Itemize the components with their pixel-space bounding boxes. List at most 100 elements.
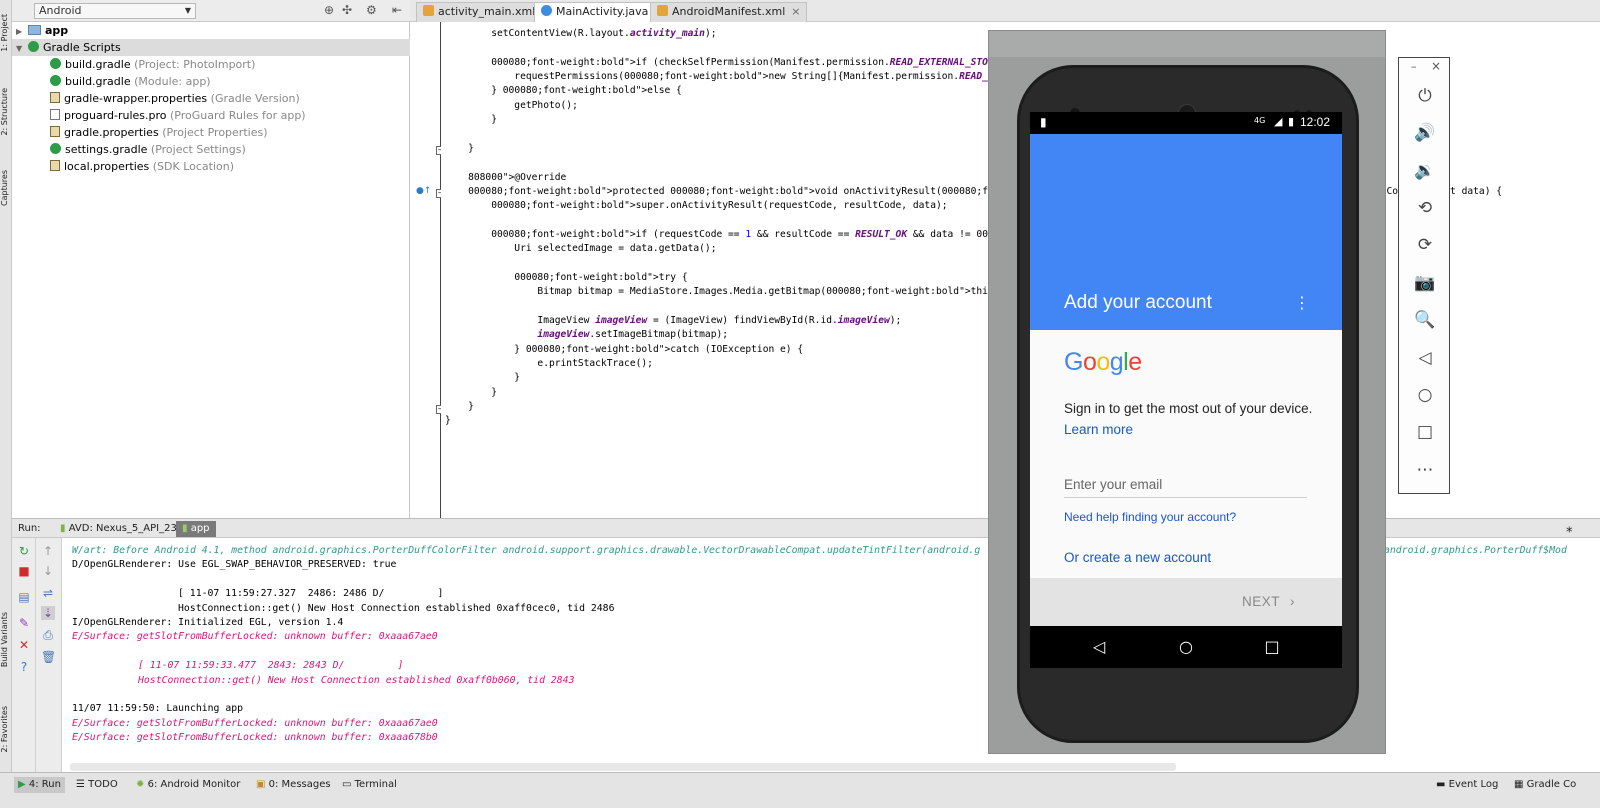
project-tool-tab[interactable]: 1: Project bbox=[0, 14, 12, 52]
restore-layout-icon[interactable]: ▤ bbox=[17, 590, 31, 604]
run-tab-app[interactable]: ▮ app bbox=[176, 521, 216, 537]
signal-icon: ◢ bbox=[1274, 115, 1283, 128]
email-field[interactable] bbox=[1064, 472, 1307, 498]
phone-screen[interactable]: ▮ 4G ◢ ▮ 12:02 Add your account ⋮ Google… bbox=[1030, 112, 1342, 668]
console-horizontal-scrollbar[interactable] bbox=[70, 763, 1176, 771]
console-line: 11/07 11:59:50: Launching app bbox=[72, 703, 244, 715]
code-line: 808000">@Override bbox=[468, 171, 567, 183]
todo-tool-button[interactable]: ☰ TODO bbox=[76, 777, 118, 793]
run-tool-button[interactable]: ▶ 4: Run bbox=[14, 777, 65, 793]
overflow-menu-icon[interactable]: ⋮ bbox=[1292, 292, 1312, 314]
scroll-from-source-icon[interactable]: ⊕ bbox=[324, 3, 334, 17]
arrow-up-icon[interactable]: ↑ bbox=[41, 544, 55, 558]
power-icon[interactable]: ⏻ bbox=[1413, 84, 1437, 108]
back-icon[interactable]: ◁ bbox=[1413, 346, 1437, 370]
google-logo: Google bbox=[1064, 348, 1142, 376]
build-variants-tool-tab[interactable]: Build Variants bbox=[0, 612, 12, 667]
clear-all-icon[interactable]: 🗑 bbox=[41, 650, 56, 664]
gear-icon[interactable]: ⚙ bbox=[366, 3, 377, 17]
run-tab-avd[interactable]: ▮ AVD: Nexus_5_API_23_2 bbox=[54, 521, 194, 537]
camera-icon[interactable]: 📷 bbox=[1413, 271, 1437, 295]
event-log-tool-button[interactable]: ▬ Event Log bbox=[1436, 777, 1498, 793]
zoom-icon[interactable]: 🔍 bbox=[1413, 308, 1437, 332]
stop-icon[interactable]: ■ bbox=[17, 564, 31, 578]
home-icon[interactable]: ○ bbox=[1413, 383, 1437, 407]
code-line: Uri selectedImage = data.getData(); bbox=[445, 243, 717, 255]
tree-item-label: build.gradle bbox=[65, 75, 131, 88]
pin-icon[interactable]: ✎ bbox=[17, 616, 31, 630]
next-button[interactable]: NEXT › bbox=[1242, 591, 1295, 613]
run-tab-label: app bbox=[190, 523, 210, 534]
next-label: NEXT bbox=[1242, 594, 1280, 609]
tree-item-gradle-properties[interactable]: gradle.properties (Project Properties) bbox=[12, 124, 410, 141]
tree-item-build-gradle-module[interactable]: build.gradle (Module: app) bbox=[12, 73, 410, 90]
editor-gutter[interactable]: ●↑ bbox=[410, 22, 440, 518]
close-icon[interactable]: × bbox=[791, 5, 800, 18]
event-log-label: Event Log bbox=[1448, 779, 1499, 790]
help-finding-account-link[interactable]: Need help finding your account? bbox=[1064, 510, 1236, 524]
back-icon[interactable]: ◁ bbox=[1088, 636, 1110, 658]
overview-icon[interactable]: □ bbox=[1413, 420, 1437, 444]
collapse-all-icon[interactable]: ✣ bbox=[342, 3, 352, 17]
hide-panel-icon[interactable]: ⇤ bbox=[392, 3, 402, 17]
rotate-right-icon[interactable]: ⟳ bbox=[1413, 233, 1437, 257]
tree-item-local-properties[interactable]: local.properties (SDK Location) bbox=[12, 158, 410, 175]
learn-more-link[interactable]: Learn more bbox=[1064, 422, 1133, 437]
messages-label: 0: Messages bbox=[268, 779, 331, 790]
tab-android-manifest-xml[interactable]: AndroidManifest.xml × bbox=[650, 2, 808, 22]
minimize-button[interactable]: – bbox=[1411, 60, 1417, 73]
favorites-tool-tab[interactable]: 2: Favorites bbox=[0, 706, 12, 752]
recents-icon[interactable]: □ bbox=[1261, 636, 1283, 658]
more-icon[interactable]: ⋯ bbox=[1413, 458, 1437, 482]
print-icon[interactable]: ⎙ bbox=[41, 628, 55, 642]
tree-item-proguard-rules[interactable]: proguard-rules.pro (ProGuard Rules for a… bbox=[12, 107, 410, 124]
expand-arrow-icon[interactable]: ▶ bbox=[16, 23, 28, 40]
close-button[interactable]: × bbox=[1431, 59, 1441, 73]
tree-item-build-gradle-project[interactable]: build.gradle (Project: PhotoImport) bbox=[12, 56, 410, 73]
emulator-titlebar[interactable] bbox=[989, 31, 1385, 57]
tree-item-gradle-wrapper[interactable]: gradle-wrapper.properties (Gradle Versio… bbox=[12, 90, 410, 107]
play-icon: ▶ bbox=[18, 779, 26, 790]
properties-file-icon bbox=[50, 92, 60, 103]
android-monitor-tool-button[interactable]: ✹ 6: Android Monitor bbox=[136, 777, 240, 793]
gradle-console-tool-button[interactable]: ▦ Gradle Co bbox=[1514, 777, 1576, 793]
arrow-down-icon[interactable]: ↓ bbox=[41, 564, 55, 578]
structure-tool-tab[interactable]: 2: Structure bbox=[0, 88, 12, 136]
tree-item-label: local.properties bbox=[64, 160, 150, 173]
gradle-console-label: Gradle Co bbox=[1526, 779, 1577, 790]
rotate-left-icon[interactable]: ⟲ bbox=[1413, 196, 1437, 220]
create-account-link[interactable]: Or create a new account bbox=[1064, 550, 1211, 565]
volume-up-icon[interactable]: 🔊 bbox=[1413, 121, 1437, 145]
project-tree: ▶ app ▼ Gradle Scripts build.gradle (Proje… bbox=[12, 22, 410, 518]
captures-tool-tab[interactable]: Captures bbox=[0, 170, 12, 206]
settings-icon[interactable]: ⁎ bbox=[1560, 521, 1579, 537]
run-toolbar-primary: ↻ ■ ▤ ✎ ✕ ? bbox=[12, 538, 36, 772]
code-line: } 000080;font-weight:bold">else { bbox=[445, 85, 682, 97]
help-icon[interactable]: ? bbox=[17, 660, 31, 674]
code-line: 000080;font-weight:bold">try { bbox=[514, 271, 688, 283]
scroll-to-end-icon[interactable]: ⇣ bbox=[41, 606, 55, 620]
console-line: I/OpenGLRenderer: Initialized EGL, versi… bbox=[72, 617, 344, 628]
tree-item-label: gradle-wrapper.properties bbox=[64, 92, 208, 105]
chevron-down-icon: ▼ bbox=[184, 6, 191, 15]
code-line: e.printStackTrace(); bbox=[445, 358, 653, 370]
volume-down-icon[interactable]: 🔉 bbox=[1413, 159, 1437, 183]
tree-item-gradle-scripts[interactable]: ▼ Gradle Scripts bbox=[12, 39, 410, 56]
console-line: E/Surface: getSlotFromBufferLocked: unkn… bbox=[72, 631, 438, 643]
tree-item-settings-gradle[interactable]: settings.gradle (Project Settings) bbox=[12, 141, 410, 158]
terminal-tool-button[interactable]: ▭ Terminal bbox=[342, 777, 397, 793]
rerun-icon[interactable]: ↻ bbox=[17, 544, 31, 558]
collapse-arrow-icon[interactable]: ▼ bbox=[16, 40, 28, 57]
tree-item-sublabel: (Module: app) bbox=[134, 75, 211, 88]
close-icon[interactable]: ✕ bbox=[17, 638, 31, 652]
home-icon[interactable]: ○ bbox=[1175, 636, 1197, 658]
project-view-dropdown[interactable]: Android ▼ bbox=[34, 3, 196, 19]
tree-item-app[interactable]: ▶ app bbox=[12, 22, 410, 39]
run-panel-title: Run: bbox=[18, 523, 41, 534]
soft-wrap-icon[interactable]: ⇌ bbox=[41, 586, 55, 600]
gradle-icon bbox=[50, 58, 61, 69]
messages-tool-button[interactable]: ▣ 0: Messages bbox=[256, 777, 331, 793]
override-marker-icon[interactable]: ●↑ bbox=[416, 186, 431, 196]
android-status-bar: ▮ 4G ◢ ▮ 12:02 bbox=[1030, 112, 1342, 134]
android-app-icon: ▮ bbox=[182, 523, 188, 534]
